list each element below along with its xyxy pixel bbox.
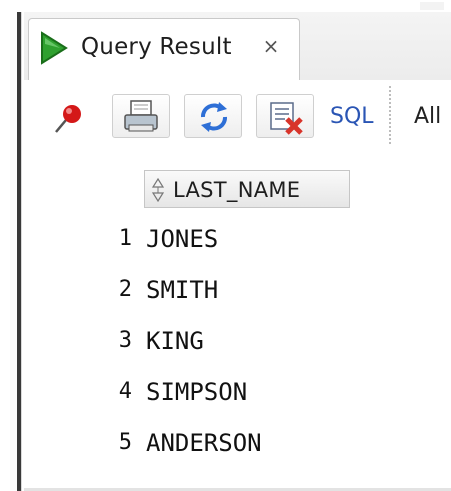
refresh-button[interactable] [184, 94, 242, 138]
print-icon [124, 100, 158, 132]
table-row[interactable]: 4 SIMPSON [24, 367, 451, 417]
results-grid: LAST_NAME 1 JONES 2 SMITH 3 KING 4 SIMPS… [24, 158, 451, 491]
row-number: 4 [118, 379, 132, 404]
window-top-fragment [420, 2, 444, 10]
column-header-label: LAST_NAME [173, 178, 301, 202]
freeze-view-pin-icon[interactable] [50, 102, 84, 136]
cell-last-name[interactable]: SMITH [146, 265, 218, 315]
row-number: 2 [118, 277, 132, 302]
results-toolbar: SQL All [24, 80, 451, 158]
row-number: 5 [118, 430, 132, 455]
toolbar-separator [389, 86, 392, 144]
table-row[interactable]: 3 KING [24, 316, 451, 366]
cell-last-name[interactable]: KING [146, 316, 204, 366]
tab-label: Query Result [81, 34, 232, 60]
refresh-icon [201, 102, 227, 132]
cell-last-name[interactable]: ANDERSON [146, 418, 262, 468]
table-row[interactable]: 5 ANDERSON [24, 418, 451, 468]
row-number: 3 [118, 328, 132, 353]
cell-last-name[interactable]: JONES [146, 214, 218, 264]
fetch-all-label[interactable]: All [414, 104, 441, 129]
row-number: 1 [118, 226, 132, 251]
table-row[interactable]: 1 JONES [24, 214, 451, 264]
print-button[interactable] [112, 94, 170, 138]
tab-query-result[interactable]: Query Result × [28, 18, 300, 80]
query-result-panel: Query Result × SQL All LAST_NAME 1 JONES… [0, 0, 451, 491]
cell-last-name[interactable]: SIMPSON [146, 367, 247, 417]
clear-results-icon [270, 102, 303, 135]
sql-link[interactable]: SQL [330, 104, 374, 129]
tab-bar: Query Result × [24, 12, 451, 81]
column-header-last-name[interactable]: LAST_NAME [144, 170, 350, 208]
table-row[interactable]: 2 SMITH [24, 265, 451, 315]
clear-results-button[interactable] [256, 94, 314, 138]
close-icon[interactable]: × [259, 34, 283, 58]
run-triangle-icon [41, 31, 68, 65]
sort-arrows-icon [151, 178, 165, 202]
